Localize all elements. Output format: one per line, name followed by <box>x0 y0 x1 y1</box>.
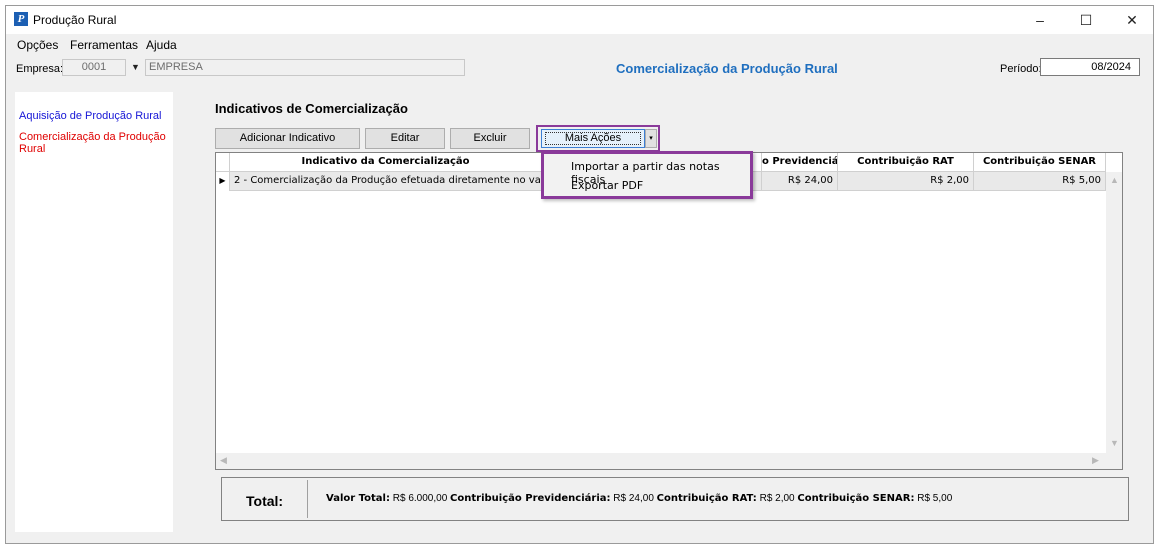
delete-button[interactable]: Excluir <box>450 128 530 149</box>
column-header-senar[interactable]: Contribuição SENAR <box>974 153 1106 172</box>
more-actions-dropdown-icon[interactable]: ▾ <box>645 129 657 148</box>
menu-bar: Opções Ferramentas Ajuda <box>6 35 1153 55</box>
empresa-name-field: EMPRESA <box>145 59 465 76</box>
cell-indicativo[interactable]: 2 - Comercialização da Produção efetuada… <box>230 172 542 191</box>
more-actions-button[interactable]: Mais Ações <box>541 129 645 148</box>
totals-label: Total: <box>246 493 284 509</box>
page-title: Comercialização da Produção Rural <box>616 61 838 76</box>
totals-divider <box>307 480 308 518</box>
row-selector-icon[interactable]: ▶ <box>216 172 230 191</box>
section-title: Indicativos de Comercialização <box>215 101 408 116</box>
empresa-code-field[interactable]: 0001 <box>62 59 126 76</box>
close-button[interactable]: ✕ <box>1109 6 1155 34</box>
valor-total-label: Valor Total: <box>326 493 390 504</box>
maximize-button[interactable]: ☐ <box>1063 6 1109 34</box>
menu-item-exportar-pdf[interactable]: Exportar PDF <box>571 179 643 192</box>
minimize-button[interactable]: – <box>1017 6 1063 34</box>
scroll-down-icon[interactable]: ▼ <box>1110 438 1119 448</box>
senar-total-label: Contribuição SENAR: <box>797 493 915 504</box>
cell-rat[interactable]: R$ 2,00 <box>838 172 974 191</box>
empresa-label: Empresa: <box>16 63 64 75</box>
rat-total-label: Contribuição RAT: <box>656 493 757 504</box>
sidebar-item-comercializacao[interactable]: Comercialização da Produção Rural <box>19 131 173 155</box>
app-window: P Produção Rural – ☐ ✕ Opções Ferramenta… <box>5 5 1154 544</box>
menu-ferramentas[interactable]: Ferramentas <box>70 38 138 52</box>
scroll-up-icon[interactable]: ▲ <box>1110 175 1119 185</box>
focus-rect <box>545 132 641 145</box>
cell-senar[interactable]: R$ 5,00 <box>974 172 1106 191</box>
column-header-indicativo[interactable]: Indicativo da Comercialização <box>230 153 542 172</box>
vertical-scrollbar[interactable]: ▲ ▼ <box>1106 172 1122 469</box>
app-logo-icon: P <box>14 12 28 26</box>
previdenciaria-total-label: Contribuição Previdenciária: <box>450 493 611 504</box>
periodo-input[interactable]: 08/2024 <box>1040 58 1140 76</box>
scroll-right-icon[interactable]: ▶ <box>1092 455 1099 466</box>
menu-ajuda[interactable]: Ajuda <box>146 38 177 52</box>
horizontal-scrollbar[interactable]: ◀ ▶ <box>216 453 1106 469</box>
row-header-corner <box>216 153 230 172</box>
empresa-dropdown-arrow-icon[interactable]: ▼ <box>127 59 144 76</box>
edit-button[interactable]: Editar <box>365 128 445 149</box>
totals-summary: Valor Total: R$ 6.000,00 Contribuição Pr… <box>326 493 952 504</box>
valor-total-value: R$ 6.000,00 <box>392 493 448 504</box>
sidebar: Aquisição de Produção Rural Comercializa… <box>15 92 173 532</box>
totals-panel: Total: Valor Total: R$ 6.000,00 Contribu… <box>221 477 1129 521</box>
scroll-left-icon[interactable]: ◀ <box>220 455 227 466</box>
indicativos-grid: Indicativo da Comercialização o Previden… <box>215 152 1123 470</box>
cell-previdenciaria[interactable]: R$ 24,00 <box>762 172 838 191</box>
menu-opcoes[interactable]: Opções <box>17 38 58 52</box>
add-indicativo-button[interactable]: Adicionar Indicativo <box>215 128 360 149</box>
column-header-previdenciaria[interactable]: o Previdenciária <box>762 153 838 172</box>
more-actions-highlight: Mais Ações ▾ <box>536 125 660 152</box>
sidebar-item-aquisicao[interactable]: Aquisição de Produção Rural <box>19 110 161 122</box>
title-bar: P Produção Rural – ☐ ✕ <box>6 6 1153 34</box>
rat-total-value: R$ 2,00 <box>759 493 795 504</box>
periodo-label: Período: <box>1000 63 1042 75</box>
senar-total-value: R$ 5,00 <box>917 493 953 504</box>
window-title: Produção Rural <box>33 13 117 27</box>
previdenciaria-total-value: R$ 24,00 <box>613 493 654 504</box>
grid-body: Indicativo da Comercialização o Previden… <box>216 153 1122 469</box>
column-header-rat[interactable]: Contribuição RAT <box>838 153 974 172</box>
more-actions-menu: Importar a partir das notas fiscais Expo… <box>541 151 753 199</box>
